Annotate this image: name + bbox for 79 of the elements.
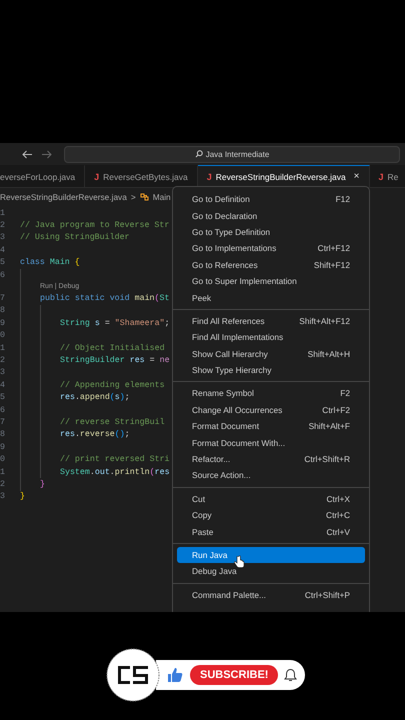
code-line: res.append(s);	[60, 393, 130, 402]
subscribe-button[interactable]: SUBSCRIBE!	[190, 665, 278, 685]
menu-item[interactable]: Format Document Shift+Alt+F	[177, 418, 365, 434]
line-number: 6	[0, 270, 6, 280]
code-line: res.reverse();	[60, 430, 130, 440]
close-icon[interactable]: ×	[354, 171, 360, 182]
java-file-icon: J	[206, 172, 212, 182]
code-line: StringBuilder res = ne	[60, 356, 170, 365]
menu-item[interactable]: Show Type Hierarchy	[177, 362, 365, 378]
hand-cursor-icon	[234, 554, 245, 568]
menu-item[interactable]: Copy Ctrl+C	[177, 507, 365, 524]
menu-item[interactable]: Cut Ctrl+X	[177, 490, 365, 508]
line-number: 0	[0, 455, 6, 464]
code-line: }	[20, 492, 25, 502]
line-number: 1	[0, 344, 6, 353]
line-number: 3	[0, 233, 6, 242]
menu-item[interactable]: Change All Occurrences Ctrl+F2	[177, 402, 365, 418]
line-number: 7	[0, 418, 6, 427]
menu-item[interactable]: Refactor... Ctrl+Shift+R	[177, 450, 365, 468]
line-number: 0	[0, 331, 6, 340]
line-number: 9	[0, 442, 6, 452]
forward-arrow-icon[interactable]	[41, 150, 52, 158]
line-number: 4	[0, 246, 6, 255]
editor-tab[interactable]: J ReverseStringBuilderReverse.java ×	[198, 165, 370, 187]
code-line: public static void main(St	[40, 294, 170, 304]
menu-item[interactable]: Go to Definition F12	[177, 191, 365, 208]
search-icon	[194, 150, 203, 158]
code-line: class Main {	[20, 258, 80, 268]
line-number: 3	[0, 368, 6, 378]
menu-item[interactable]: Go to Super Implementation	[177, 272, 365, 290]
code-line: // print reversed Stri	[60, 455, 170, 464]
menu-item[interactable]: Rename Symbol F2	[177, 385, 365, 402]
menu-item[interactable]: Find All Implementations	[177, 329, 365, 346]
menu-item[interactable]: Go to References Shift+F12	[177, 256, 365, 273]
menu-item[interactable]: Go to Declaration	[177, 207, 365, 224]
code-line: }	[40, 480, 45, 489]
line-number: 2	[0, 480, 6, 489]
line-number: 9	[0, 318, 6, 328]
menu-item[interactable]: Debug Java	[177, 563, 365, 580]
editor-tab[interactable]: everseForLoop.java	[0, 165, 86, 187]
menu-item[interactable]: Find All References Shift+Alt+F12	[177, 312, 365, 330]
code-line: // Using StringBuilder	[20, 233, 130, 242]
line-number: 7	[0, 294, 6, 304]
line-number: 4	[0, 380, 6, 390]
code-line: System.out.println(res	[60, 468, 170, 476]
line-number: 5	[0, 393, 6, 402]
menu-item[interactable]: Go to Type Definition	[177, 224, 365, 240]
menu-item[interactable]: Show Call Hierarchy Shift+Alt+H	[177, 346, 365, 362]
menu-item[interactable]: Paste Ctrl+V	[177, 523, 365, 540]
line-number: 3	[0, 492, 6, 502]
breadcrumb-symbol[interactable]: Main	[152, 192, 171, 202]
code-line: // Java program to Reverse Str	[20, 221, 170, 230]
code-line: // Object Initialised	[60, 344, 165, 353]
thumbs-up-icon	[166, 666, 184, 684]
command-center-search[interactable]: Java Intermediate	[64, 146, 400, 162]
menu-item[interactable]: Command Palette... Ctrl+Shift+P	[177, 586, 365, 603]
line-number: 2	[0, 221, 6, 230]
breadcrumb-separator: >	[130, 192, 136, 202]
bell-icon[interactable]	[284, 668, 298, 682]
code-line: // reverse StringBuil	[60, 418, 165, 427]
java-file-icon: J	[94, 172, 100, 182]
menu-item[interactable]: Format Document With...	[177, 434, 365, 451]
line-number: 8	[0, 430, 6, 440]
line-number: 2	[0, 356, 6, 365]
line-number: 5	[0, 258, 6, 268]
breadcrumb-file[interactable]: ReverseStringBuilderReverse.java	[0, 192, 127, 202]
menu-item[interactable]: Source Action...	[177, 467, 365, 484]
code-line: // Appending elements	[60, 380, 165, 390]
menu-item[interactable]: Peek	[177, 289, 365, 306]
channel-logo-icon[interactable]	[106, 648, 160, 702]
code-line: String s = "Shameera";	[60, 318, 170, 328]
back-arrow-icon[interactable]	[22, 150, 33, 158]
java-file-icon: J	[378, 172, 384, 182]
line-number: 1	[0, 468, 6, 476]
menu-item[interactable]: Go to Implementations Ctrl+F12	[177, 240, 365, 257]
line-number: 1	[0, 208, 6, 218]
line-number: 6	[0, 406, 6, 415]
line-number: 8	[0, 306, 6, 316]
class-symbol-icon	[140, 192, 149, 201]
